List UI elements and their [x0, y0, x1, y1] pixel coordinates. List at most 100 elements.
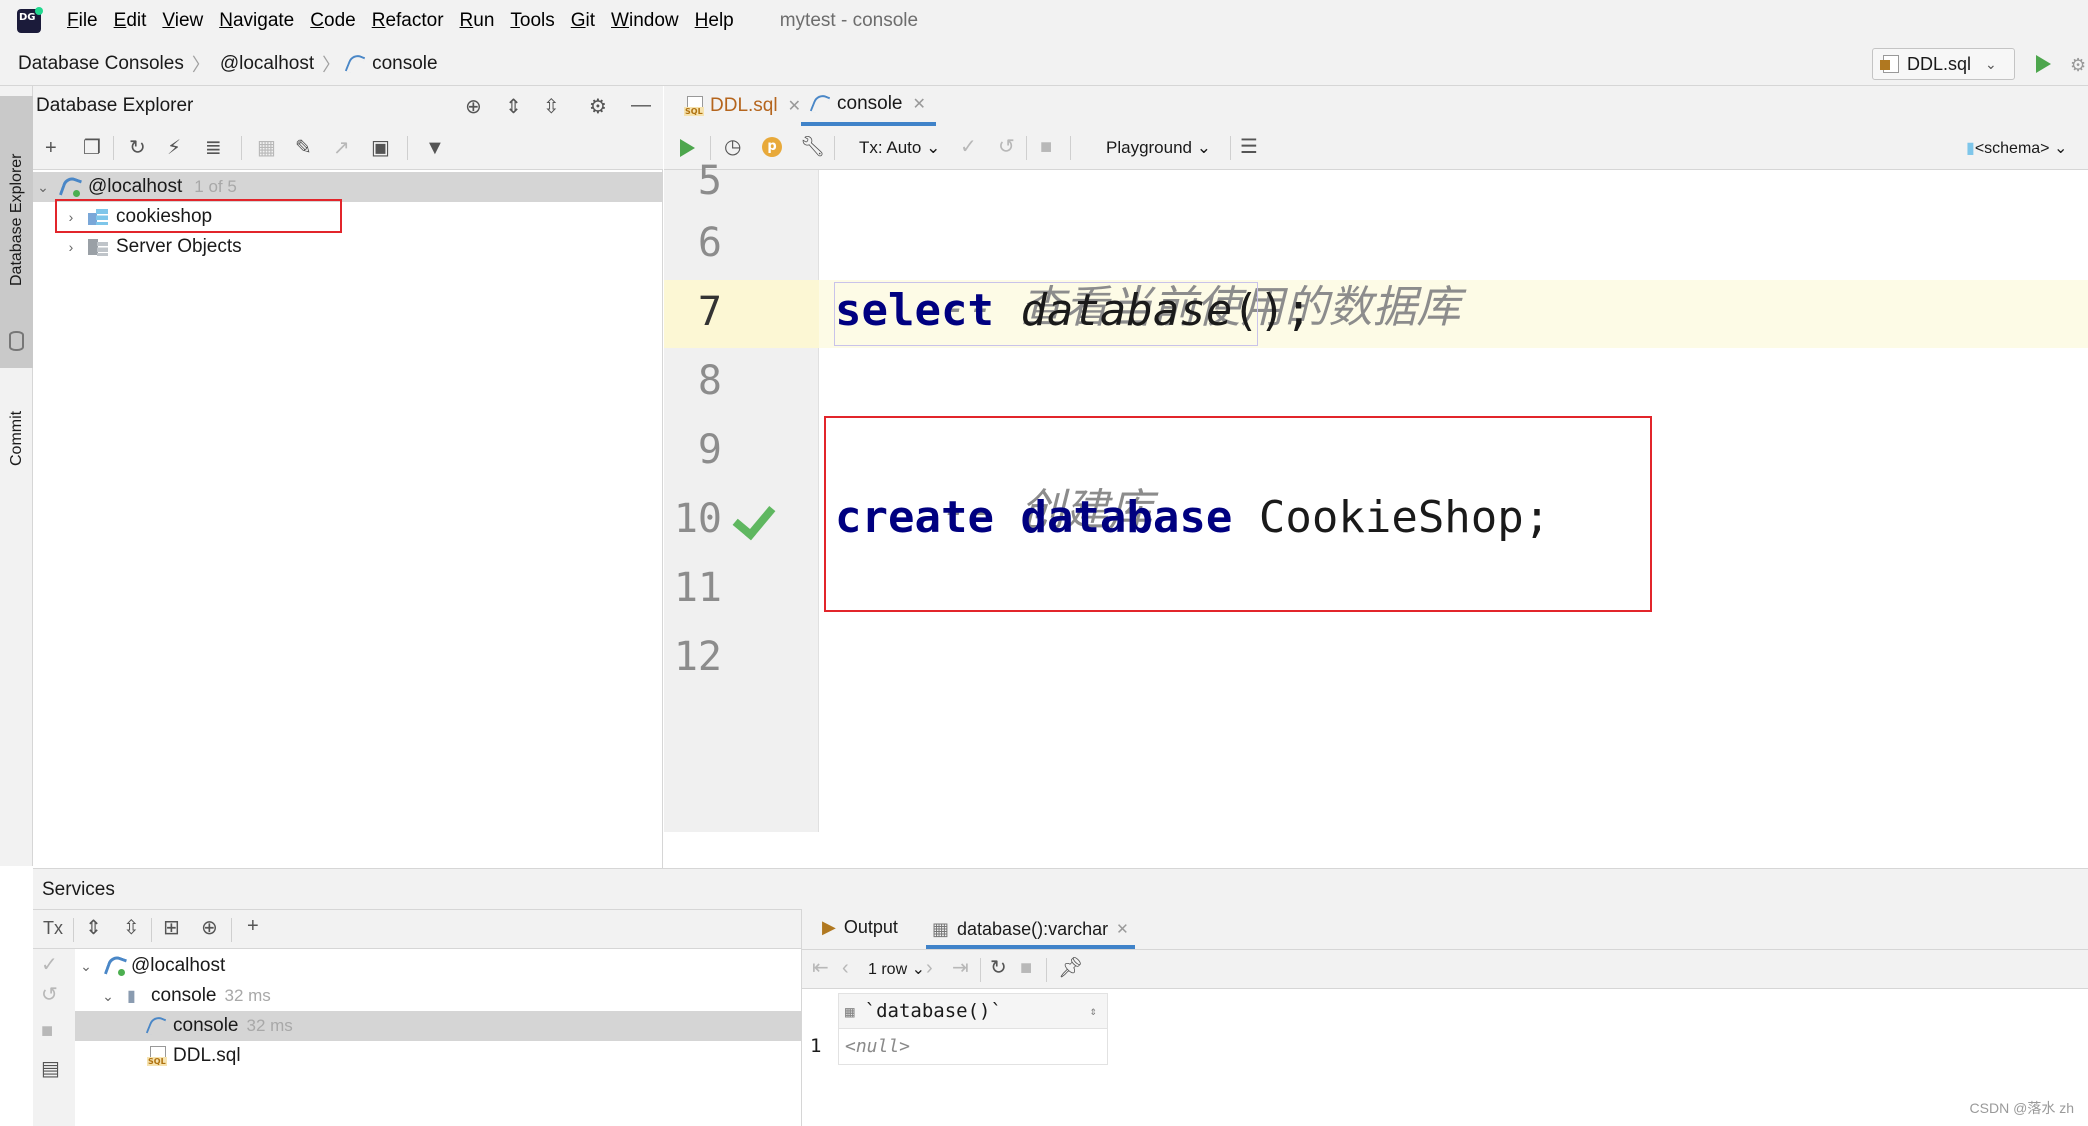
locate-icon[interactable]: ⊕	[465, 94, 482, 119]
execute-button[interactable]	[680, 139, 695, 157]
stop-icon[interactable]: ■	[41, 1019, 53, 1043]
menu-edit[interactable]: Edit	[114, 10, 147, 32]
stop-icon[interactable]: ■	[1020, 956, 1032, 980]
breadcrumb-localhost[interactable]: @localhost 〉	[220, 51, 340, 77]
services-item-console-session[interactable]: ⌄ ▮ console 32 ms	[75, 981, 801, 1011]
console-icon	[811, 94, 829, 114]
run-configuration-label: DDL.sql	[1907, 53, 1972, 74]
run-configuration-select[interactable]: DDL.sql ⌄	[1872, 48, 2015, 80]
rollback-icon[interactable]: ↺	[998, 135, 1015, 159]
query-console-icon[interactable]: ▣	[371, 136, 390, 160]
services-item-label: DDL.sql	[173, 1045, 241, 1066]
menu-run[interactable]: Run	[460, 10, 495, 32]
wrench-icon[interactable]: 🔧︎	[800, 135, 825, 159]
pin-icon[interactable]: 📌︎	[1058, 956, 1083, 980]
menu-code[interactable]: Code	[310, 10, 355, 32]
commit-icon[interactable]: ✓	[960, 135, 977, 159]
tool-tab-database-explorer-label[interactable]: Database Explorer	[8, 153, 26, 286]
menu-window[interactable]: Window	[611, 10, 679, 32]
history-icon[interactable]: ◷	[724, 135, 741, 159]
playground-select[interactable]: Playground ⌄	[1106, 138, 1211, 158]
add-icon[interactable]: +	[45, 136, 57, 160]
tab-output[interactable]: ▶ Output	[822, 917, 898, 938]
next-page-icon[interactable]: ›	[926, 956, 933, 980]
grid-column-label: `database()`	[864, 1000, 1002, 1022]
services-item-ddl-sql[interactable]: DDL.sql	[75, 1041, 801, 1071]
services-item-localhost[interactable]: ⌄ @localhost	[75, 951, 801, 981]
server-objects-icon	[88, 237, 108, 257]
breadcrumb-console[interactable]: console	[346, 53, 438, 75]
table-icon[interactable]: ▦	[257, 136, 276, 160]
rows-select[interactable]: 1 row ⌄	[868, 959, 925, 979]
schema-label: <schema>	[1974, 140, 2050, 157]
chevron-down-icon[interactable]: ⌄	[36, 179, 50, 196]
schema-select[interactable]: ▮<schema> ⌄	[1966, 138, 2067, 158]
menu-tools[interactable]: Tools	[510, 10, 554, 32]
transaction-mode-select[interactable]: Tx: Auto ⌄	[859, 138, 940, 158]
transaction-selector[interactable]: Tx	[43, 916, 63, 940]
console-icon	[346, 54, 364, 74]
grid-column-header[interactable]: ▦ `database()` ⇕	[838, 993, 1108, 1029]
parameters-icon[interactable]: p	[762, 137, 782, 157]
code-editor[interactable]: 5 6 7 8 9 10 11 12 -- 查看当前使用的数据库 select …	[664, 158, 2088, 832]
copy-icon[interactable]: ❐	[83, 136, 101, 160]
close-icon[interactable]: ✕	[788, 96, 801, 116]
output-layout-icon[interactable]: ☰	[1240, 135, 1258, 159]
menu-git[interactable]: Git	[571, 10, 595, 32]
refresh-icon[interactable]: ↻	[990, 956, 1007, 980]
chevron-right-icon[interactable]: ›	[64, 209, 78, 225]
menu-help[interactable]: Help	[695, 10, 734, 32]
toolbar-divider	[113, 136, 114, 160]
close-icon[interactable]: ✕	[913, 94, 926, 114]
expand-all-icon[interactable]: ⇕	[85, 916, 102, 940]
commit-icon[interactable]: ✓	[41, 953, 58, 977]
grid-cell[interactable]: <null>	[838, 1029, 1108, 1065]
chevron-down-icon[interactable]: ⌄	[101, 988, 115, 1005]
gear-icon[interactable]: ⚙	[589, 94, 607, 119]
menu-file[interactable]: File	[67, 10, 98, 32]
tree-item-localhost[interactable]: ⌄ @localhost 1 of 5	[33, 172, 663, 202]
schema-settings-icon[interactable]: ⚡	[167, 136, 181, 160]
last-page-icon[interactable]: ⇥	[952, 956, 969, 980]
collapse-all-icon[interactable]: ⇳	[543, 94, 560, 119]
breadcrumb-database-consoles[interactable]: Database Consoles 〉	[18, 51, 210, 77]
database-stack-icon[interactable]: ≣	[205, 136, 222, 160]
stop-icon[interactable]: ■	[1040, 135, 1052, 159]
chevron-right-icon[interactable]: ›	[64, 239, 78, 255]
collapse-all-icon[interactable]: ⇳	[123, 916, 140, 940]
hide-icon[interactable]: —	[631, 94, 651, 117]
refresh-icon[interactable]: ↻	[129, 136, 146, 160]
tab-console[interactable]: console ✕	[801, 86, 936, 126]
menu-navigate[interactable]: Navigate	[219, 10, 294, 32]
debug-icon[interactable]: ⚙	[2070, 55, 2088, 75]
tree-item-count: 1 of 5	[194, 177, 237, 196]
toolbar-divider	[980, 958, 981, 982]
new-tab-icon[interactable]: ⊕	[201, 916, 218, 940]
tool-tab-commit-label[interactable]: Commit	[8, 411, 26, 466]
expand-all-icon[interactable]: ⇕	[505, 94, 522, 119]
tree-item-label: cookieshop	[116, 206, 213, 227]
tab-database-varchar[interactable]: ▦ database():varchar ✕	[926, 909, 1135, 949]
run-button[interactable]	[2036, 55, 2051, 73]
add-icon[interactable]: +	[247, 914, 259, 938]
menu-view[interactable]: View	[162, 10, 203, 32]
tree-item-cookieshop[interactable]: › cookieshop	[33, 202, 663, 232]
jump-icon[interactable]: ↗	[333, 136, 350, 160]
first-page-icon[interactable]: ⇤	[812, 956, 829, 980]
sort-icon[interactable]: ⇕	[1090, 1004, 1097, 1018]
sql-function: database	[1020, 285, 1233, 336]
edit-icon[interactable]: ✎	[295, 136, 312, 160]
close-icon[interactable]: ✕	[1116, 920, 1129, 938]
tab-ddl-sql[interactable]: DDL.sql ✕	[674, 86, 811, 126]
tree-item-server-objects[interactable]: › Server Objects	[33, 232, 663, 262]
menu-refactor[interactable]: Refactor	[372, 10, 444, 32]
rollback-icon[interactable]: ↺	[41, 983, 58, 1007]
toolbar-divider	[151, 918, 152, 942]
chevron-down-icon[interactable]: ⌄	[79, 958, 93, 975]
group-by-icon[interactable]: ⊞	[163, 916, 180, 940]
layout-icon[interactable]: ▤	[41, 1057, 60, 1081]
services-item-console[interactable]: console 32 ms	[75, 1011, 801, 1041]
services-side-actions: ✓ ↺ ■ ▤	[33, 949, 75, 1126]
previous-page-icon[interactable]: ‹	[842, 956, 849, 980]
filter-icon[interactable]: ▼	[425, 136, 445, 160]
